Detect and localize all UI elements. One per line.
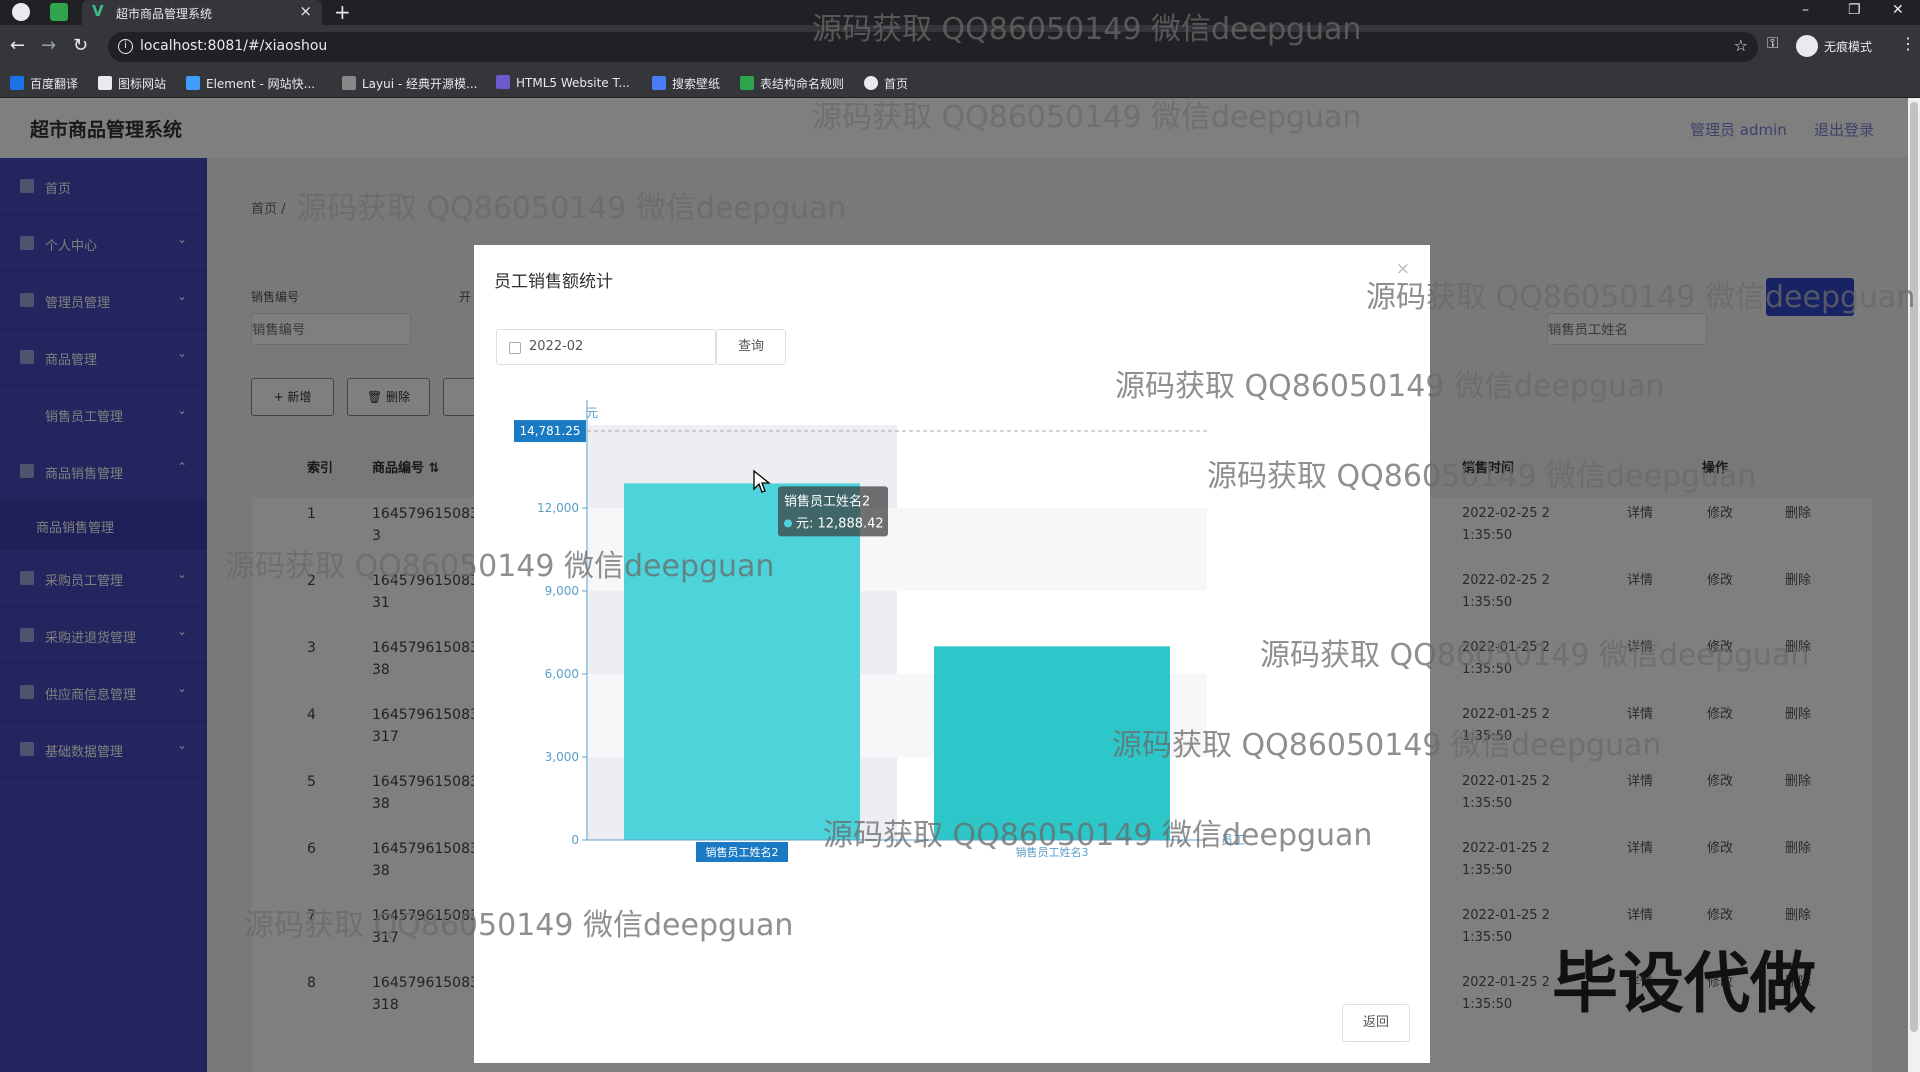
x-axis-title: 员工 [1221, 833, 1245, 847]
browser-tabstrip: V 超市商品管理系统 × + – ❐ ✕ [0, 0, 1920, 25]
translate-icon [10, 76, 24, 90]
sales-stats-dialog: 员工销售额统计 × 2022-02 查询 0 3,000 6,000 9,000 12,… [474, 245, 1430, 1063]
y-tick-label: 9,000 [545, 584, 579, 598]
max-marker-label: 14,781.25 [519, 424, 580, 438]
flag-icon [98, 76, 112, 90]
close-tab-icon[interactable]: × [299, 2, 312, 20]
incognito-label[interactable]: 无痕模式 [1824, 38, 1872, 55]
bookmarks-bar: 百度翻译 图标网站 Element - 网站快... Layui - 经典开源模… [0, 68, 1920, 98]
y-tick-label: 0 [571, 833, 579, 847]
browser-icon [12, 3, 30, 21]
incognito-avatar-icon[interactable] [1796, 35, 1818, 57]
bookmark-item[interactable]: HTML5 Website T... [496, 75, 630, 90]
key-icon[interactable]: ⚿ [1767, 34, 1778, 52]
tab-title: 超市商品管理系统 [116, 7, 213, 21]
url-input[interactable]: i localhost:8081/#/xiaoshou ☆ [108, 32, 1758, 62]
scrollbar-thumb[interactable] [1910, 102, 1918, 1032]
y-axis-title: 元 [586, 406, 598, 420]
query-button[interactable]: 查询 [716, 329, 786, 365]
url-text: localhost:8081/#/xiaoshou [140, 38, 328, 54]
layui-icon [342, 76, 356, 90]
bar [624, 483, 860, 840]
return-button[interactable]: 返回 [1342, 1004, 1410, 1042]
new-tab-icon[interactable]: + [334, 0, 351, 24]
bookmark-item[interactable]: 表结构命名规则 [740, 75, 844, 92]
wallpaper-icon [652, 76, 666, 90]
x-tick-label: 销售员工姓名2 [706, 845, 779, 859]
forward-icon[interactable]: → [41, 35, 56, 56]
y-tick-label: 3,000 [545, 750, 579, 764]
bookmark-item[interactable]: 搜索壁纸 [652, 75, 720, 92]
tooltip-dot [784, 519, 792, 528]
month-picker[interactable]: 2022-02 [496, 329, 716, 365]
vue-icon: V [92, 2, 104, 20]
close-window-icon[interactable]: ✕ [1892, 2, 1904, 18]
address-bar: ← → ↻ i localhost:8081/#/xiaoshou ☆ [0, 25, 1920, 68]
pinned-tab-icon[interactable] [50, 3, 68, 21]
dialog-title: 员工销售额统计 [494, 272, 613, 292]
minimize-icon[interactable]: – [1802, 2, 1809, 18]
bar [934, 646, 1170, 840]
bookmark-item[interactable]: Layui - 经典开源模... [342, 75, 477, 92]
bookmark-star-icon[interactable]: ☆ [1734, 36, 1748, 55]
mouse-cursor [753, 469, 771, 493]
menu-kebab-icon[interactable]: ⋮ [1900, 34, 1916, 53]
active-tab[interactable]: V 超市商品管理系统 × [82, 0, 322, 25]
table-icon [740, 76, 754, 90]
y-tick-label: 12,000 [537, 501, 579, 515]
html5-icon [496, 75, 510, 89]
bookmark-item[interactable]: Element - 网站快... [186, 75, 315, 92]
back-icon[interactable]: ← [10, 35, 25, 56]
info-icon[interactable]: i [118, 39, 133, 54]
y-tick-label: 6,000 [545, 667, 579, 681]
tooltip-value: 元: 12,888.42 [796, 516, 884, 531]
close-icon[interactable]: × [1396, 259, 1410, 279]
calendar-icon [509, 342, 521, 354]
bookmark-item[interactable]: 首页 [864, 75, 908, 92]
restore-icon[interactable]: ❐ [1848, 2, 1861, 18]
element-icon [186, 76, 200, 90]
bookmark-item[interactable]: 图标网站 [98, 75, 166, 92]
bookmark-item[interactable]: 百度翻译 [10, 75, 78, 92]
watermark-big: 毕设代做 [1552, 945, 1816, 1022]
globe-icon [864, 76, 878, 90]
reload-icon[interactable]: ↻ [73, 35, 88, 56]
x-tick-label: 销售员工姓名3 [1016, 845, 1089, 859]
month-value: 2022-02 [529, 339, 584, 354]
sales-bar-chart: 03,0006,0009,00012,000元员工销售员工姓名2 销售员工姓名31… [514, 400, 1245, 862]
tooltip-name: 销售员工姓名2 [784, 493, 870, 509]
